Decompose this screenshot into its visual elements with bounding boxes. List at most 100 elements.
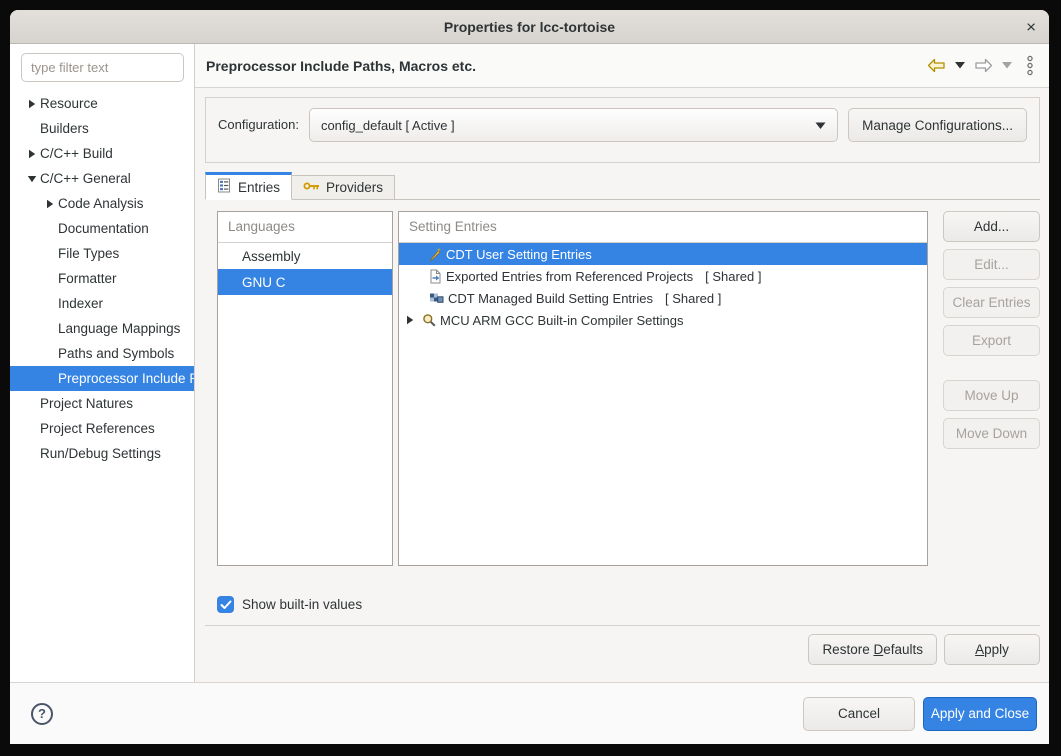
sidebar-item-label: C/C++ Build <box>40 146 113 161</box>
entries-tab-content: Languages Assembly GNU C Setting Entries … <box>205 211 1040 566</box>
setting-entry-label: CDT Managed Build Setting Entries <box>448 291 653 306</box>
sidebar-item-formatter[interactable]: Formatter <box>10 266 194 291</box>
expander-open-icon[interactable] <box>24 175 40 183</box>
cancel-button[interactable]: Cancel <box>803 697 915 731</box>
configuration-select[interactable]: config_default [ Active ] <box>309 108 838 142</box>
apply-button[interactable]: Apply <box>944 634 1040 665</box>
sidebar-item-project-natures[interactable]: Project Natures <box>10 391 194 416</box>
expander-closed-icon[interactable] <box>24 149 40 159</box>
titlebar[interactable]: Properties for lcc-tortoise × <box>10 10 1049 44</box>
back-icon[interactable] <box>927 58 946 73</box>
category-tree: Resource Builders C/C++ Build C/C++ General… <box>10 91 194 466</box>
dialog-body: Resource Builders C/C++ Build C/C++ General… <box>10 44 1049 682</box>
shared-badge: [ Shared ] <box>705 269 761 284</box>
key-icon <box>303 180 320 195</box>
main-panel: Preprocessor Include Paths, Macros etc. <box>195 44 1049 682</box>
configuration-value: config_default [ Active ] <box>321 118 807 133</box>
sidebar-item-run-debug-settings[interactable]: Run/Debug Settings <box>10 441 194 466</box>
sidebar-item-label: Code Analysis <box>58 196 144 211</box>
languages-header: Languages <box>218 212 392 243</box>
sidebar-item-label: Resource <box>40 96 98 111</box>
sidebar-item-resource[interactable]: Resource <box>10 91 194 116</box>
managed-build-icon <box>429 292 444 305</box>
setting-entry-cdt-managed-build-setting-entries[interactable]: CDT Managed Build Setting Entries [ Share… <box>399 287 927 309</box>
page-header: Preprocessor Include Paths, Macros etc. <box>195 44 1049 88</box>
footer-buttons: Cancel Apply and Close <box>803 697 1037 731</box>
expander-closed-icon[interactable] <box>406 315 422 325</box>
language-item-assembly[interactable]: Assembly <box>218 243 392 269</box>
show-built-in-checkbox[interactable]: Show built-in values <box>205 596 1040 613</box>
setting-entry-label: CDT User Setting Entries <box>446 247 592 262</box>
sidebar-item-c-c-build[interactable]: C/C++ Build <box>10 141 194 166</box>
configuration-panel: Configuration: config_default [ Active ]… <box>205 97 1040 163</box>
languages-list: Languages Assembly GNU C <box>217 211 393 566</box>
tab-bar: Entries Providers <box>205 171 1040 200</box>
sidebar-item-label: Project Natures <box>40 396 133 411</box>
setting-entries-header: Setting Entries <box>399 212 927 243</box>
sidebar-item-project-references[interactable]: Project References <box>10 416 194 441</box>
apply-and-close-button[interactable]: Apply and Close <box>923 697 1037 731</box>
dialog-footer: ? Cancel Apply and Close <box>10 682 1049 744</box>
setting-entry-label: MCU ARM GCC Built-in Compiler Settings <box>440 313 683 328</box>
view-menu-icon[interactable] <box>1026 55 1034 76</box>
sidebar-item-label: Indexer <box>58 296 103 311</box>
clear-entries-button: Clear Entries <box>943 287 1040 318</box>
expander-closed-icon[interactable] <box>24 99 40 109</box>
sidebar-item-label: C/C++ General <box>40 171 131 186</box>
languages-items: Assembly GNU C <box>218 243 392 295</box>
language-item-gnu-c[interactable]: GNU C <box>218 269 392 295</box>
sidebar-item-documentation[interactable]: Documentation <box>10 216 194 241</box>
window-title: Properties for lcc-tortoise <box>444 19 615 35</box>
sidebar-item-code-analysis[interactable]: Code Analysis <box>10 191 194 216</box>
setting-entry-cdt-user-setting-entries[interactable]: CDT User Setting Entries <box>399 243 927 265</box>
sidebar-item-label: Builders <box>40 121 89 136</box>
sidebar-item-indexer[interactable]: Indexer <box>10 291 194 316</box>
move-up-button: Move Up <box>943 380 1040 411</box>
properties-dialog: Properties for lcc-tortoise × Resource Bu… <box>10 10 1049 744</box>
add-button[interactable]: Add... <box>943 211 1040 242</box>
shared-badge: [ Shared ] <box>665 291 721 306</box>
sidebar: Resource Builders C/C++ Build C/C++ General… <box>10 44 195 682</box>
tab-providers[interactable]: Providers <box>292 175 395 200</box>
sidebar-item-label: Run/Debug Settings <box>40 446 161 461</box>
sidebar-item-file-types[interactable]: File Types <box>10 241 194 266</box>
filter-input[interactable] <box>21 53 184 82</box>
language-label: GNU C <box>242 275 286 290</box>
sidebar-item-label: File Types <box>58 246 119 261</box>
export-document-icon <box>429 269 442 284</box>
sidebar-item-label: Language Mappings <box>58 321 180 336</box>
language-label: Assembly <box>242 249 301 264</box>
sidebar-item-builders[interactable]: Builders <box>10 116 194 141</box>
entry-action-buttons: Add... Edit... Clear Entries Export Move Up M… <box>943 211 1040 566</box>
configuration-label: Configuration: <box>218 108 299 142</box>
tab-providers-label: Providers <box>326 180 383 195</box>
sidebar-item-label: Project References <box>40 421 155 436</box>
forward-history-menu-icon[interactable] <box>1002 62 1012 69</box>
sidebar-item-paths-and-symbols[interactable]: Paths and Symbols <box>10 341 194 366</box>
back-history-menu-icon[interactable] <box>955 62 965 69</box>
page-action-row: Restore Defaults Apply <box>205 634 1040 665</box>
edit-button: Edit... <box>943 249 1040 280</box>
sidebar-item-label: Documentation <box>58 221 149 236</box>
restore-defaults-button[interactable]: Restore Defaults <box>808 634 937 665</box>
setting-entries-list: Setting Entries CDT User Setting Entries… <box>398 211 928 566</box>
entries-list-icon <box>217 178 232 196</box>
export-button: Export <box>943 325 1040 356</box>
setting-entry-mcu-arm-gcc-built-in-compiler-settings[interactable]: MCU ARM GCC Built-in Compiler Settings <box>399 309 927 331</box>
checkbox-checked-icon <box>217 596 234 613</box>
sidebar-item-label: Preprocessor Include Paths, Macros etc. <box>58 371 194 386</box>
setting-entry-exported-entries-from-referenced-projects[interactable]: Exported Entries from Referenced Project… <box>399 265 927 287</box>
expander-closed-icon[interactable] <box>42 199 58 209</box>
manage-configurations-button[interactable]: Manage Configurations... <box>848 108 1027 142</box>
tab-entries[interactable]: Entries <box>205 172 292 200</box>
sidebar-item-language-mappings[interactable]: Language Mappings <box>10 316 194 341</box>
move-down-button: Move Down <box>943 418 1040 449</box>
forward-icon[interactable] <box>974 58 993 73</box>
sidebar-item-preprocessor-include-paths-macros-etc[interactable]: Preprocessor Include Paths, Macros etc. <box>10 366 194 391</box>
sidebar-item-label: Paths and Symbols <box>58 346 174 361</box>
help-icon[interactable]: ? <box>31 703 53 725</box>
close-icon[interactable]: × <box>1026 18 1036 35</box>
magnifier-icon <box>422 313 436 327</box>
chevron-down-icon <box>815 118 826 133</box>
sidebar-item-c-c-general[interactable]: C/C++ General <box>10 166 194 191</box>
